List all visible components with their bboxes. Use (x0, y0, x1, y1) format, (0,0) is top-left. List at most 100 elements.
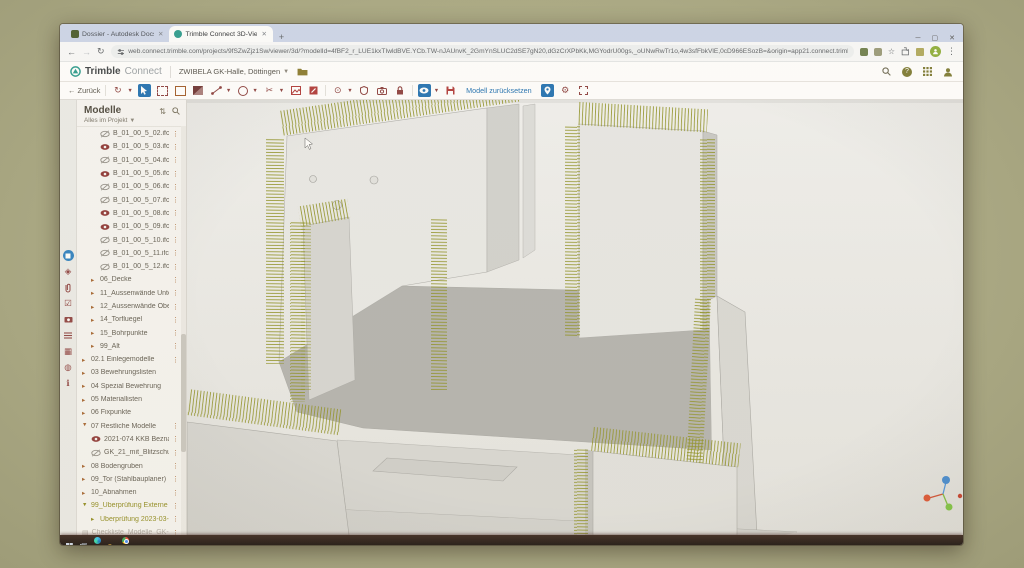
settings-gear-icon[interactable]: ⚙ (559, 84, 572, 97)
caret-icon[interactable]: ▸ (91, 289, 97, 297)
caret-icon[interactable]: ▸ (91, 342, 97, 350)
tree-row[interactable]: ▸11_Aussenwände Unten⋮ (77, 287, 181, 300)
tree-row[interactable]: 2021-074 KKB Beznau ...⋮ (77, 433, 181, 446)
clash-list-icon[interactable] (63, 330, 74, 341)
target-icon[interactable]: ⊙ (331, 84, 344, 97)
search-icon[interactable] (172, 107, 180, 115)
lock-icon[interactable] (394, 84, 407, 97)
tree-row[interactable]: ▸Überprüfung 2023-03-16⋮ (77, 513, 181, 526)
overflow-menu-icon[interactable]: ⋮ (172, 489, 179, 497)
chevron-down-icon[interactable]: ▼ (347, 88, 352, 94)
caret-icon[interactable]: ▸ (82, 409, 88, 417)
overflow-menu-icon[interactable]: ⋮ (172, 249, 179, 257)
tab-autodesk-docs[interactable]: Dossier - Autodesk Docs ✕ (66, 26, 169, 42)
tree-row[interactable]: ▸06_Decke⋮ (77, 273, 181, 286)
snapshots-icon[interactable] (63, 314, 74, 325)
attachments-icon[interactable] (63, 282, 74, 293)
pen-markup-icon[interactable] (307, 84, 320, 97)
overflow-menu-icon[interactable]: ⋮ (172, 422, 179, 430)
visibility-off-icon[interactable] (100, 183, 110, 191)
tree-row[interactable]: B_01_00_5_11.ifc⋮ (77, 247, 181, 260)
sync-icon[interactable]: ↻ (111, 84, 124, 97)
viewport-3d-canvas[interactable] (187, 100, 963, 535)
user-avatar-icon[interactable] (943, 67, 953, 77)
location-pin-icon[interactable] (541, 84, 554, 97)
tree-row[interactable]: ▸12_Aussenwände Oben⋮ (77, 300, 181, 313)
fullscreen-icon[interactable] (577, 84, 590, 97)
caret-icon[interactable]: ▸ (82, 475, 88, 483)
visibility-on-icon[interactable] (100, 170, 110, 178)
tree-row[interactable]: ▸06 Fixpunkte (77, 406, 181, 419)
caret-icon[interactable]: ▸ (82, 462, 88, 470)
visibility-off-icon[interactable] (100, 130, 110, 138)
start-icon[interactable] (66, 537, 73, 544)
visibility-off-icon[interactable] (100, 236, 110, 244)
chevron-down-icon[interactable]: ▼ (434, 88, 439, 94)
tree-row[interactable]: B_01_00_5_10.ifc⋮ (77, 233, 181, 246)
browser-menu-icon[interactable]: ⋮ (947, 46, 956, 57)
pointer-tool-icon[interactable] (138, 84, 151, 97)
caret-icon[interactable]: ▸ (82, 356, 88, 364)
overflow-menu-icon[interactable]: ⋮ (172, 170, 179, 178)
axis-z-blue[interactable] (942, 476, 950, 484)
overflow-menu-icon[interactable]: ⋮ (172, 143, 179, 151)
maximize-icon[interactable]: ▢ (932, 34, 939, 42)
overflow-menu-icon[interactable]: ⋮ (172, 303, 179, 311)
folder-icon[interactable] (297, 67, 308, 76)
tree-row[interactable]: ▸04 Spezial Bewehrung (77, 380, 181, 393)
sort-icon[interactable]: ⇅ (159, 107, 166, 116)
puzzle-icon[interactable] (901, 47, 910, 56)
tree-row[interactable]: ▸15_Bohrpunkte⋮ (77, 326, 181, 339)
chevron-down-icon[interactable]: ▼ (252, 88, 257, 94)
task-view-icon[interactable] (80, 537, 87, 544)
circle-tool-icon[interactable] (236, 84, 249, 97)
caret-icon[interactable]: ▸ (82, 489, 88, 497)
organizer-icon[interactable]: ◍ (63, 362, 74, 373)
apps-grid-icon[interactable] (923, 67, 932, 76)
tree-row[interactable]: ▸14_Torfluegel⋮ (77, 313, 181, 326)
tree-row[interactable]: ▸03 Bewehrungslisten (77, 366, 181, 379)
caret-icon[interactable]: ▸ (82, 382, 88, 390)
caret-icon[interactable]: ▸ (91, 329, 97, 337)
views-icon[interactable]: ◈ (63, 266, 74, 277)
overflow-menu-icon[interactable]: ⋮ (172, 130, 179, 138)
tab-trimble-connect[interactable]: Trimble Connect 3D-Viewer - 2 ✕ (169, 26, 272, 42)
tables-icon[interactable]: ▦ (63, 346, 74, 357)
tree-row[interactable]: ▸99_Alt⋮ (77, 340, 181, 353)
visibility-off-icon[interactable] (100, 263, 110, 271)
close-icon[interactable]: ✕ (949, 34, 955, 42)
edge-icon[interactable] (94, 537, 101, 544)
caret-icon[interactable]: ▸ (91, 515, 97, 523)
todos-icon[interactable]: ☑ (63, 298, 74, 309)
project-selector[interactable]: ZWIBELA GK-Halle, Döttingen ▼ (179, 67, 289, 76)
split-view-icon[interactable] (192, 84, 205, 97)
visibility-eye-icon[interactable] (418, 84, 431, 97)
reset-model-button[interactable]: Modell zurücksetzen (462, 85, 536, 96)
side-panel-icon[interactable] (916, 48, 924, 56)
overflow-menu-icon[interactable]: ⋮ (172, 156, 179, 164)
panel-scrollbar[interactable] (181, 126, 186, 535)
tree-row[interactable]: B_01_00_5_03.ifc⋮ (77, 140, 181, 153)
caret-icon[interactable]: ▸ (91, 276, 97, 284)
minimize-icon[interactable]: ─ (916, 35, 921, 42)
file-explorer-icon[interactable] (108, 537, 115, 544)
tree-row[interactable]: ▸08 Bodengruben⋮ (77, 459, 181, 472)
overflow-menu-icon[interactable]: ⋮ (172, 183, 179, 191)
visibility-on-icon[interactable] (100, 223, 110, 231)
tree-row[interactable]: GK_21_mit_Blitzschu...⋮ (77, 446, 181, 459)
bookmark-star-icon[interactable]: ☆ (888, 47, 895, 56)
tree-row[interactable]: B_01_00_5_09.ifc⋮ (77, 220, 181, 233)
caret-icon[interactable]: ▸ (82, 369, 88, 377)
tree-row[interactable]: B_01_00_5_08.ifc⋮ (77, 207, 181, 220)
chrome-icon[interactable] (122, 537, 129, 544)
visibility-on-icon[interactable] (100, 209, 110, 217)
camera-icon[interactable] (376, 84, 389, 97)
overflow-menu-icon[interactable]: ⋮ (172, 236, 179, 244)
tree-row[interactable]: ▸05 Materiallisten (77, 393, 181, 406)
overflow-menu-icon[interactable]: ⋮ (172, 356, 179, 364)
overflow-menu-icon[interactable]: ⋮ (172, 289, 179, 297)
tree-row[interactable]: B_01_00_5_05.ifc⋮ (77, 167, 181, 180)
visibility-off-icon[interactable] (100, 249, 110, 257)
tree-row[interactable]: B_01_00_5_07.ifc⋮ (77, 193, 181, 206)
help-icon[interactable]: ? (902, 67, 912, 77)
